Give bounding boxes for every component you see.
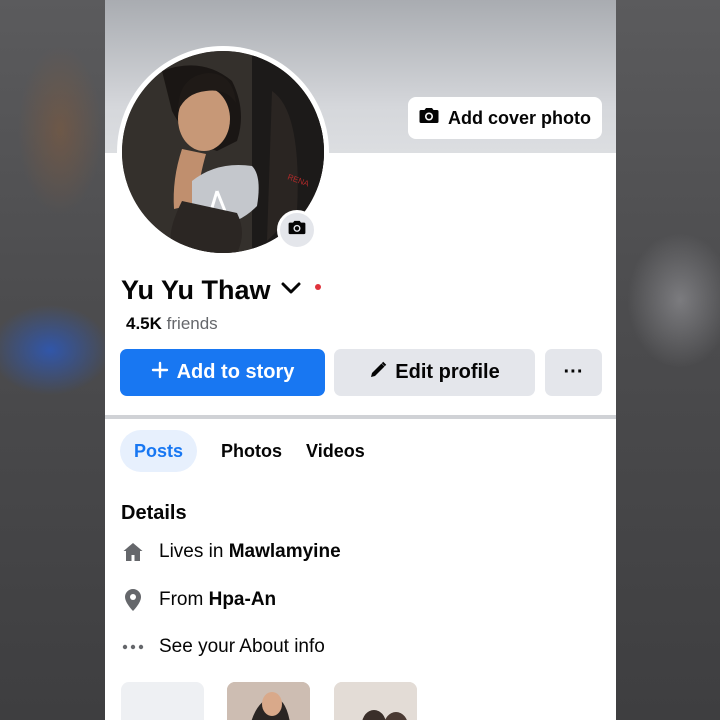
see-about-info-link[interactable]: See your About info — [121, 632, 325, 662]
plus-icon — [151, 361, 169, 385]
more-icon: ··· — [563, 361, 584, 383]
tab-posts[interactable]: Posts — [120, 430, 198, 472]
edit-profile-button[interactable]: Edit profile — [334, 349, 535, 396]
add-to-story-label: Add to story — [176, 361, 295, 383]
notification-dot — [314, 284, 321, 290]
friends-label: friends — [166, 314, 218, 333]
lives-in-value: Mawlamyine — [228, 541, 341, 562]
about-info-label: See your About info — [159, 636, 325, 657]
from-value: Hpa-An — [208, 589, 277, 610]
friends-count[interactable]: 4.5K friends — [126, 314, 218, 334]
featured-photo[interactable] — [227, 682, 310, 720]
add-cover-photo-label: Add cover photo — [448, 107, 591, 128]
tab-photos[interactable]: Photos — [221, 430, 282, 472]
profile-screen: Add cover photo RENA Yu Yu Thaw 4.5K fri… — [105, 0, 616, 720]
pencil-icon — [369, 361, 387, 385]
profile-name-row[interactable]: Yu Yu Thaw — [121, 272, 321, 308]
camera-icon — [419, 107, 439, 129]
camera-icon — [288, 220, 306, 240]
featured-photo[interactable] — [334, 682, 417, 720]
tab-videos[interactable]: Videos — [306, 430, 365, 472]
more-options-button[interactable]: ··· — [545, 349, 602, 396]
profile-name: Yu Yu Thaw — [121, 274, 271, 305]
friends-number: 4.5K — [126, 314, 162, 333]
profile-tabs: Posts Photos Videos — [120, 430, 365, 472]
from-prefix: From — [159, 589, 204, 610]
details-heading: Details — [121, 502, 187, 524]
home-icon — [121, 541, 145, 563]
add-cover-photo-button[interactable]: Add cover photo — [408, 97, 602, 139]
edit-profile-label: Edit profile — [395, 361, 500, 383]
ellipsis-icon — [121, 644, 145, 650]
location-pin-icon — [121, 588, 145, 612]
change-profile-picture-button[interactable] — [277, 210, 317, 250]
lives-in-prefix: Lives in — [159, 541, 224, 562]
chevron-down-icon[interactable] — [281, 281, 301, 300]
detail-from[interactable]: From Hpa-An — [121, 585, 276, 615]
add-to-story-button[interactable]: Add to story — [120, 349, 325, 396]
detail-lives-in[interactable]: Lives in Mawlamyine — [121, 537, 341, 567]
featured-item-add[interactable] — [121, 682, 204, 720]
